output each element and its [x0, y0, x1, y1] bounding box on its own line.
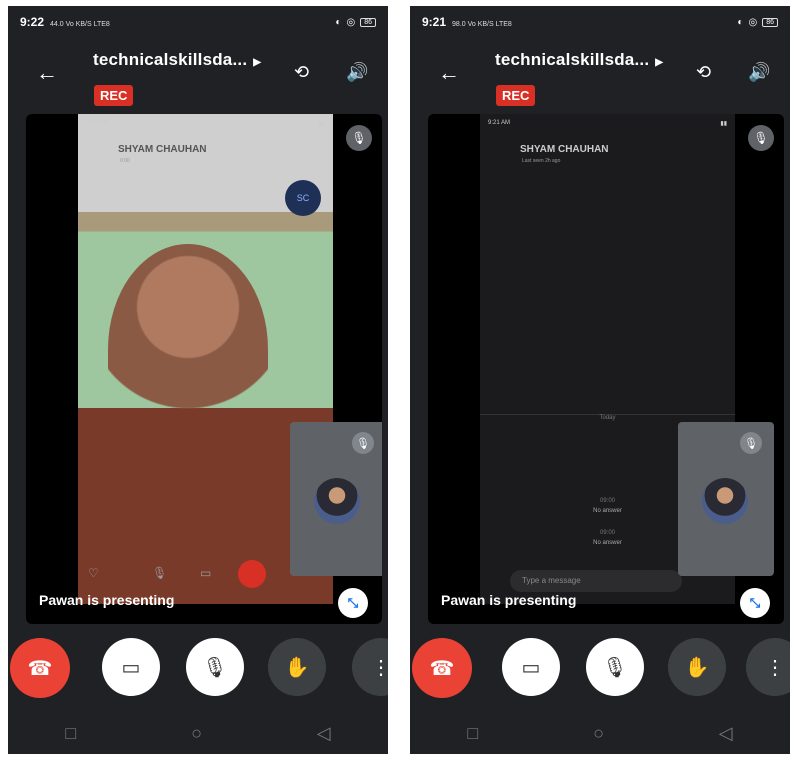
meeting-title[interactable]: technicalskillsda... ▶	[93, 50, 261, 70]
shared-signal-icon: ▮▮	[318, 121, 325, 127]
rec-badge: REC	[94, 85, 134, 106]
hangup-button[interactable]: ☎	[412, 638, 472, 698]
call-controls: ☎ ▭ 🎙 ✋ ⋮	[410, 638, 790, 698]
back-arrow-icon[interactable]: ←	[438, 60, 460, 86]
wifi-icon: ◎	[346, 16, 356, 28]
alarm-icon: ◐	[737, 16, 744, 28]
unpin-icon[interactable]: ⤡	[740, 588, 770, 618]
raise-hand-button[interactable]: ✋	[668, 638, 726, 696]
unpin-icon[interactable]: ⤡	[338, 588, 368, 618]
nav-recent-icon[interactable]: □	[65, 723, 76, 744]
status-bar: 9:21 98.0 Vo KB/S LTE8 ◐ ◎ 86	[422, 14, 778, 30]
mic-off-icon: 🎙	[748, 125, 774, 151]
left-phone-screen: 9:22 44.0 Vo KB/S LTE8 ◐ ◎ 86 ← technicalsk…	[8, 6, 388, 754]
back-arrow-icon[interactable]: ←	[36, 60, 58, 86]
nav-home-icon[interactable]: ○	[593, 723, 604, 744]
status-time: 9:21	[422, 15, 447, 29]
network-info: 98.0 Vo KB/S LTE8	[452, 21, 512, 28]
shared-message-bar: Type a message	[510, 570, 682, 592]
network-info: 44.0 Vo KB/S LTE8	[50, 21, 110, 28]
self-avatar	[314, 478, 360, 524]
shared-status-time: 9:21 AM	[488, 120, 511, 126]
shared-mic-icon: 🎙	[152, 566, 168, 580]
shared-video-icon: ▭	[200, 566, 212, 580]
status-bar: 9:22 44.0 Vo KB/S LTE8 ◐ ◎ 86	[20, 14, 376, 30]
video-toggle-button[interactable]: ▭	[102, 638, 160, 696]
more-options-button[interactable]: ⋮	[746, 638, 790, 696]
battery-indicator: 86	[762, 17, 778, 27]
self-avatar	[702, 478, 748, 524]
self-view-tile[interactable]: 🎙	[678, 422, 774, 576]
camera-flip-icon[interactable]: ⟲	[294, 62, 309, 83]
right-phone-screen: 9:21 98.0 Vo KB/S LTE8 ◐ ◎ 86 ← technicalsk…	[410, 6, 790, 754]
call-controls: ☎ ▭ 🎙 ✋ ⋮	[8, 638, 388, 698]
meeting-title-text: technicalskillsda...	[93, 50, 248, 69]
shared-status-time: 9:22 AM	[86, 120, 109, 126]
shared-avatar-initials: SC	[296, 193, 310, 203]
status-time: 9:22	[20, 15, 45, 29]
system-nav-bar: □ ○ ◁	[8, 723, 388, 744]
mic-off-icon: 🎙	[346, 125, 372, 151]
system-nav-bar: □ ○ ◁	[410, 723, 790, 744]
speaker-icon[interactable]: 🔊	[748, 62, 770, 83]
chevron-right-icon: ▶	[253, 57, 262, 68]
shared-contact-name: SHYAM CHAUHAN	[520, 144, 609, 155]
shared-contact-sub: Last seen 2h ago	[522, 158, 561, 164]
presenting-label: Pawan is presenting	[441, 592, 577, 608]
shared-hangup-icon	[238, 560, 266, 588]
shared-status-bar: 9:22 AM ▮▮	[86, 120, 325, 127]
shared-contact-sub: 0:00	[120, 158, 130, 164]
more-options-button[interactable]: ⋮	[352, 638, 388, 696]
shared-contact-name: SHYAM CHAUHAN	[118, 144, 207, 155]
shared-day-label: Today	[480, 414, 735, 421]
meeting-title-text: technicalskillsda...	[495, 50, 650, 69]
shared-avatar: SC	[285, 180, 321, 216]
mic-toggle-button[interactable]: 🎙	[186, 638, 244, 696]
camera-flip-icon[interactable]: ⟲	[696, 62, 711, 83]
battery-indicator: 86	[360, 17, 376, 27]
person-video	[108, 244, 268, 454]
presentation-stage: 9:21 AM ▮▮ SHYAM CHAUHAN Last seen 2h ago…	[428, 114, 784, 624]
wifi-icon: ◎	[748, 16, 758, 28]
mic-toggle-button[interactable]: 🎙	[586, 638, 644, 696]
presentation-stage: 9:22 AM▮▮ SHYAM CHAUHAN 0:00 SC ♡ 🎙 ▭ ⋯ …	[26, 114, 382, 624]
alarm-icon: ◐	[335, 16, 342, 28]
meeting-title[interactable]: technicalskillsda... ▶	[495, 50, 663, 70]
hangup-button[interactable]: ☎	[10, 638, 70, 698]
nav-home-icon[interactable]: ○	[191, 723, 202, 744]
shared-message-placeholder: Type a message	[522, 576, 581, 585]
heart-icon: ♡	[88, 566, 99, 580]
chevron-right-icon: ▶	[655, 57, 664, 68]
pip-mic-off-icon: 🎙	[740, 432, 762, 454]
shared-status-bar: 9:21 AM ▮▮	[488, 120, 727, 127]
rec-badge: REC	[496, 85, 536, 106]
pip-mic-off-icon: 🎙	[352, 432, 374, 454]
speaker-icon[interactable]: 🔊	[346, 62, 368, 83]
presenting-label: Pawan is presenting	[39, 592, 175, 608]
nav-recent-icon[interactable]: □	[467, 723, 478, 744]
raise-hand-button[interactable]: ✋	[268, 638, 326, 696]
self-view-tile[interactable]: 🎙	[290, 422, 382, 576]
video-toggle-button[interactable]: ▭	[502, 638, 560, 696]
nav-back-icon[interactable]: ◁	[317, 723, 331, 744]
nav-back-icon[interactable]: ◁	[719, 723, 733, 744]
shared-signal-icon: ▮▮	[720, 121, 727, 127]
